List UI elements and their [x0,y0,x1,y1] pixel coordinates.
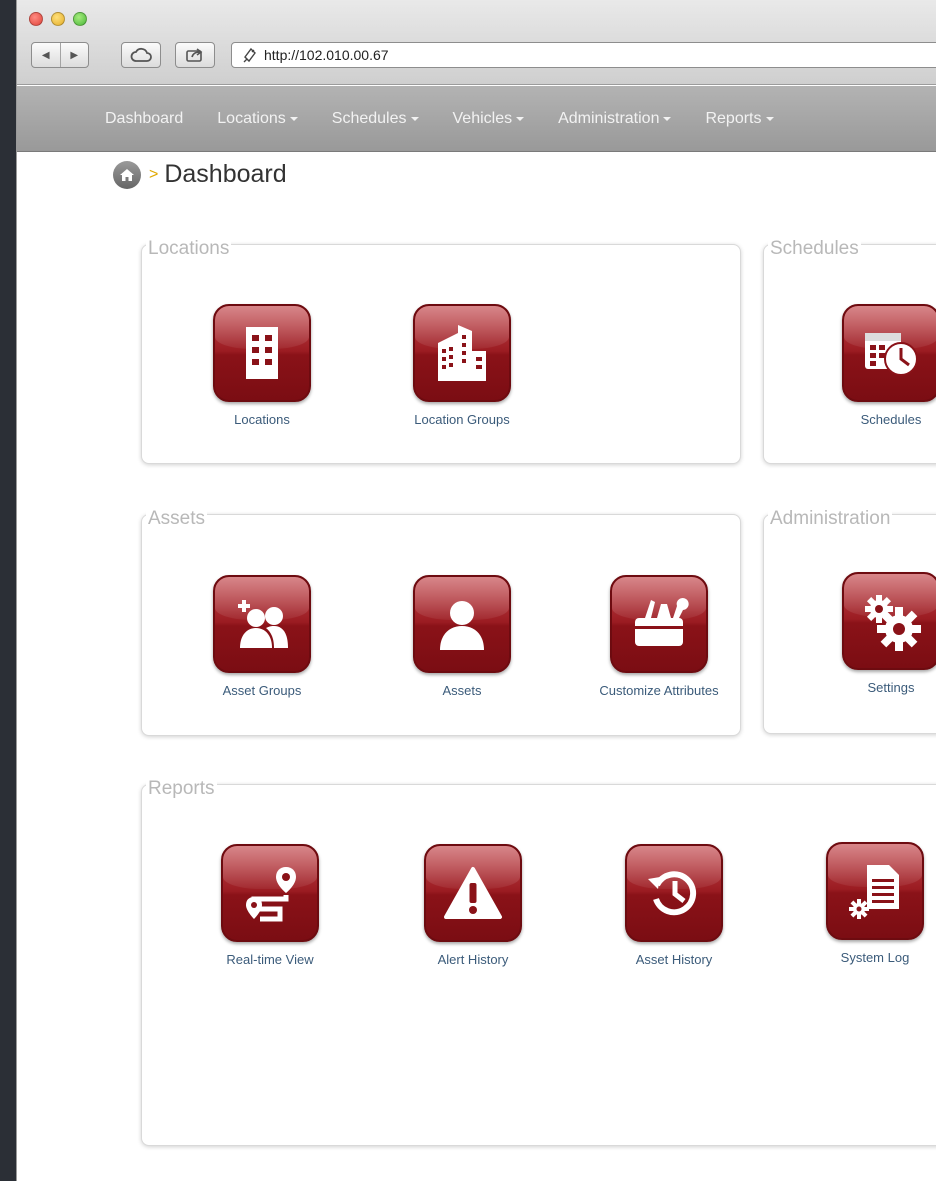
tile-label: Customize Attributes [599,683,719,698]
breadcrumb: > Dashboard [113,160,287,189]
tile-system-log[interactable]: System Log [805,842,936,965]
nav-administration[interactable]: Administration [558,109,672,128]
nav-label: Dashboard [105,109,184,127]
home-icon[interactable] [113,160,141,189]
building-icon [213,304,311,402]
browser-window: ◀ ▶ http://102.010.00.67 Dashboard Locat… [16,0,936,1181]
panel-title: Administration [768,508,893,529]
assets-panel: Assets Asset Groups Assets Customize Att… [141,509,741,736]
tile-label: Assets [442,683,482,698]
panel-title: Reports [146,778,217,799]
tile-asset-history[interactable]: Asset History [604,844,744,967]
add-group-icon [213,575,311,673]
back-button[interactable]: ◀ [32,43,61,67]
reports-panel: Reports Real-time View Alert History Ass… [141,779,936,1146]
tile-assets[interactable]: Assets [392,575,532,698]
main-nav: Dashboard Locations Schedules Vehicles A… [17,86,936,152]
document-gear-icon [826,842,924,940]
tile-settings[interactable]: Settings [821,572,936,695]
tile-label: Real-time View [226,952,314,967]
history-icon [625,844,723,942]
tile-alert-history[interactable]: Alert History [403,844,543,967]
nav-label: Schedules [331,109,407,127]
caret-down-icon [289,116,298,121]
tile-customize-attributes[interactable]: Customize Attributes [589,575,729,698]
browser-toolbar: ◀ ▶ http://102.010.00.67 [17,0,936,85]
tile-label: Settings [867,680,915,695]
nav-label: Locations [217,109,286,127]
url-text: http://102.010.00.67 [264,47,389,63]
person-icon [413,575,511,673]
calendar-clock-icon [842,304,936,402]
nav-dashboard[interactable]: Dashboard [105,110,183,128]
tile-label: Asset Groups [222,683,302,698]
forward-button[interactable]: ▶ [61,43,89,67]
panel-title: Assets [146,508,208,529]
tile-label: Locations [234,412,290,427]
panel-title: Schedules [768,238,861,259]
history-nav: ◀ ▶ [31,42,89,68]
tile-asset-groups[interactable]: Asset Groups [192,575,332,698]
locations-panel: Locations Locations Location Groups [141,239,741,464]
close-window-button[interactable] [29,12,43,26]
nav-reports[interactable]: Reports [705,109,774,128]
tile-location-groups[interactable]: Location Groups [392,304,532,427]
nav-locations[interactable]: Locations [217,110,298,128]
tile-real-time-view[interactable]: Real-time View [200,844,340,967]
tile-label: Alert History [437,952,509,967]
tile-label: Location Groups [414,412,510,427]
nav-schedules[interactable]: Schedules [332,110,419,128]
caret-down-icon [765,116,774,121]
gears-icon [842,572,936,670]
tile-label: System Log [840,950,910,965]
minimize-window-button[interactable] [51,12,65,26]
warning-icon [424,844,522,942]
breadcrumb-separator: > [149,165,159,183]
nav-label: Reports [705,109,762,127]
panel-title: Locations [146,238,232,259]
link-icon [242,47,258,63]
caret-down-icon [516,116,525,121]
nav-label: Vehicles [452,109,513,127]
nav-label: Administration [558,109,660,127]
address-bar[interactable]: http://102.010.00.67 [231,42,936,68]
city-buildings-icon [413,304,511,402]
administration-panel: Administration Settings [763,509,936,734]
caret-down-icon [410,116,419,121]
route-pin-icon [221,844,319,942]
page-title: Dashboard [164,160,287,188]
tile-schedules[interactable]: Schedules [821,304,936,427]
tile-label: Asset History [635,952,713,967]
nav-vehicles[interactable]: Vehicles [453,110,525,128]
share-icon [186,48,203,62]
toolbox-icon [610,575,708,673]
schedules-panel: Schedules Schedules [763,239,936,464]
tile-label: Schedules [860,412,922,427]
caret-down-icon [663,116,672,121]
zoom-window-button[interactable] [73,12,87,26]
tile-locations[interactable]: Locations [192,304,332,427]
share-button[interactable] [175,42,215,68]
cloud-button[interactable] [121,42,161,68]
cloud-icon [130,47,152,62]
